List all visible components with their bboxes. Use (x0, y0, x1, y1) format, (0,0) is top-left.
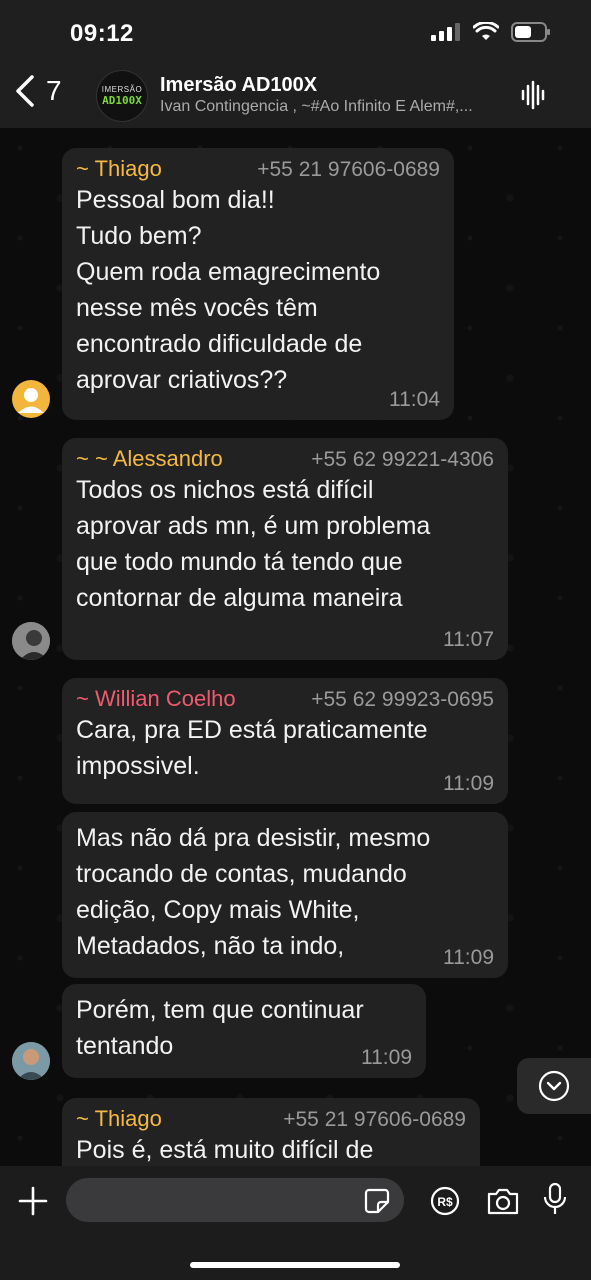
message-input[interactable] (82, 1178, 366, 1224)
message-time: 11:09 (443, 772, 494, 795)
message-header: ~ Thiago +55 21 97606-0689 (76, 156, 440, 182)
avatar[interactable] (12, 1042, 50, 1080)
message-input-wrapper (66, 1178, 404, 1224)
message-bubble[interactable]: ~ Thiago +55 21 97606-0689 Pois é, está … (62, 1098, 480, 1166)
message-text: Pessoal bom dia!! Tudo bem? Quem roda em… (76, 186, 381, 394)
status-icons (431, 22, 551, 42)
plus-icon[interactable] (16, 1184, 50, 1218)
message-text: Cara, pra ED está praticamente impossive… (76, 716, 428, 780)
message-header: ~ Willian Coelho +55 62 99923-0695 (76, 686, 494, 712)
chevron-down-circle-icon (538, 1070, 570, 1102)
sender-name[interactable]: ~ Willian Coelho (76, 686, 236, 712)
message-time: 11:04 (389, 388, 440, 411)
voice-chat-icon[interactable] (521, 80, 547, 110)
group-avatar[interactable]: IMERSÃO AD100X (96, 70, 148, 122)
message-bubble[interactable]: Mas não dá pra desistir, mesmo trocando … (62, 812, 508, 978)
message-time: 11:09 (361, 1046, 412, 1069)
group-title[interactable]: Imersão AD100X (160, 74, 317, 97)
group-members[interactable]: Ivan Contingencia , ~#Ao Infinito E Alem… (160, 98, 505, 116)
sender-phone: +55 62 99923-0695 (311, 688, 494, 711)
payment-icon[interactable]: R$ (430, 1186, 460, 1216)
camera-icon[interactable] (486, 1186, 520, 1216)
group-avatar-line2: AD100X (102, 94, 142, 107)
sender-phone: +55 21 97606-0689 (257, 158, 440, 181)
message-text: Todos os nichos está difícil aprovar ads… (76, 476, 431, 612)
chat-header: 7 IMERSÃO AD100X Imersão AD100X Ivan Con… (0, 62, 591, 128)
sender-name[interactable]: ~ Thiago (76, 1106, 162, 1132)
microphone-icon[interactable] (542, 1182, 568, 1218)
avatar[interactable] (12, 380, 50, 418)
message-bubble[interactable]: ~ Willian Coelho +55 62 99923-0695 Cara,… (62, 678, 508, 804)
battery-icon (511, 22, 550, 42)
message-text: Pois é, está muito difícil de (76, 1136, 374, 1164)
svg-text:R$: R$ (437, 1195, 453, 1209)
sticker-icon[interactable] (364, 1188, 390, 1214)
scroll-to-bottom-button[interactable] (517, 1058, 591, 1114)
message-header: ~ Thiago +55 21 97606-0689 (76, 1106, 466, 1132)
home-indicator (190, 1262, 400, 1268)
sender-phone: +55 21 97606-0689 (283, 1108, 466, 1131)
wifi-icon (473, 22, 499, 40)
message-time: 11:09 (443, 946, 494, 969)
unread-count: 7 (46, 75, 62, 106)
signal-icon (431, 23, 460, 41)
message-bubble[interactable]: ~ Thiago +55 21 97606-0689 Pessoal bom d… (62, 148, 454, 420)
sender-name[interactable]: ~ ~ Alessandro (76, 446, 223, 472)
message-text: Mas não dá pra desistir, mesmo trocando … (76, 824, 431, 960)
sender-name[interactable]: ~ Thiago (76, 156, 162, 182)
avatar[interactable] (12, 622, 50, 660)
user-photo-icon (12, 622, 50, 660)
chevron-left-icon (16, 75, 34, 107)
status-time: 09:12 (70, 20, 134, 47)
user-photo-icon (12, 1042, 50, 1080)
group-avatar-line1: IMERSÃO (101, 85, 143, 94)
message-bubble[interactable]: ~ ~ Alessandro +55 62 99221-4306 Todos o… (62, 438, 508, 660)
chat-area[interactable]: ~ Thiago +55 21 97606-0689 Pessoal bom d… (0, 128, 591, 1166)
message-time: 11:07 (443, 628, 494, 651)
sender-phone: +55 62 99221-4306 (311, 448, 494, 471)
message-header: ~ ~ Alessandro +55 62 99221-4306 (76, 446, 494, 472)
message-bubble[interactable]: Porém, tem que continuar tentando 11:09 (62, 984, 426, 1078)
status-bar: 09:12 (0, 0, 591, 62)
composer-bar: R$ (0, 1166, 591, 1280)
user-placeholder-icon (18, 388, 44, 413)
back-button[interactable]: 7 (14, 74, 62, 108)
